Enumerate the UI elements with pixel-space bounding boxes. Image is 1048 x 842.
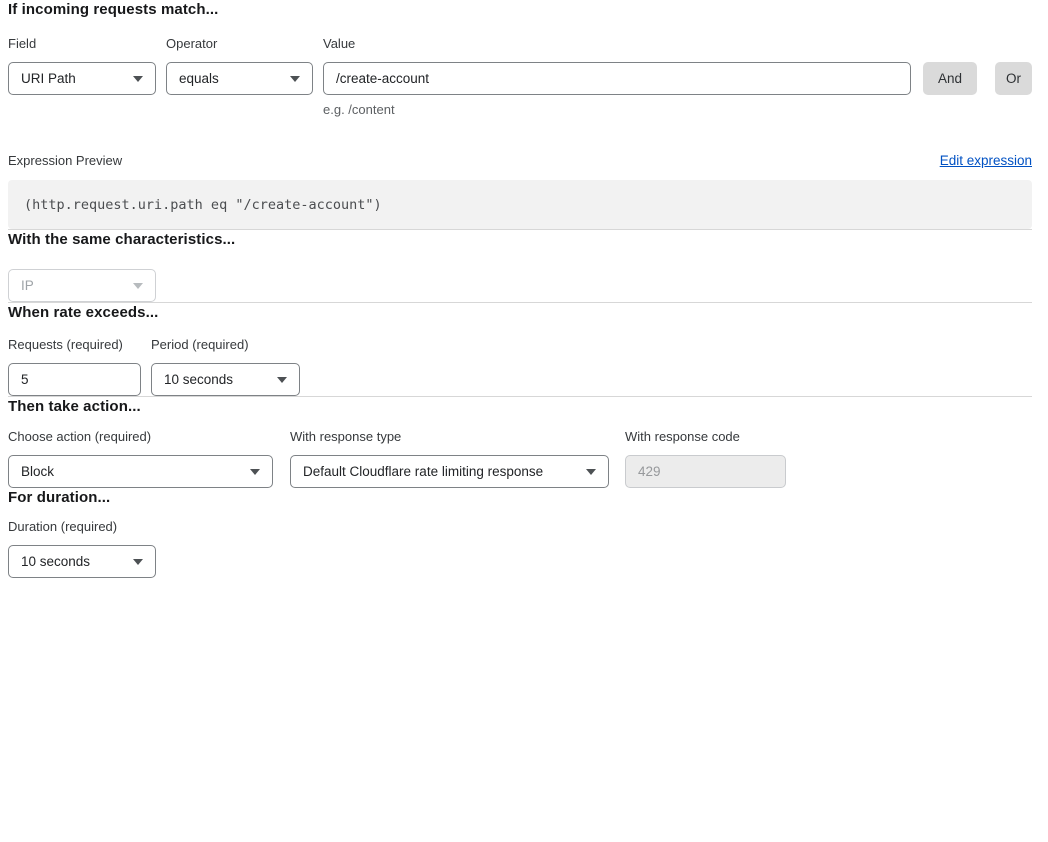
response-type-select[interactable]: Default Cloudflare rate limiting respons… bbox=[290, 455, 609, 488]
section-duration: For duration... Duration (required) 10 s… bbox=[8, 488, 1032, 578]
operator-select[interactable]: equals bbox=[166, 62, 313, 95]
choose-action-select[interactable]: Block bbox=[8, 455, 273, 488]
requests-label: Requests (required) bbox=[8, 338, 141, 352]
section-action: Then take action... Choose action (requi… bbox=[8, 397, 1032, 488]
expression-code: (http.request.uri.path eq "/create-accou… bbox=[24, 197, 382, 213]
characteristic-select: IP bbox=[8, 269, 156, 302]
chevron-down-icon bbox=[133, 76, 143, 82]
value-helper-text: e.g. /content bbox=[323, 102, 911, 117]
requests-input[interactable] bbox=[8, 363, 141, 396]
field-select-value: URI Path bbox=[21, 71, 125, 86]
field-select[interactable]: URI Path bbox=[8, 62, 156, 95]
characteristic-select-value: IP bbox=[21, 278, 125, 293]
action-fields-row: Choose action (required) Block With resp… bbox=[8, 430, 1032, 488]
period-select-value: 10 seconds bbox=[164, 372, 269, 387]
match-section-heading: If incoming requests match... bbox=[8, 0, 1032, 19]
chevron-down-icon bbox=[133, 283, 143, 289]
section-rate: When rate exceeds... Requests (required)… bbox=[8, 303, 1032, 396]
period-label: Period (required) bbox=[151, 338, 300, 352]
response-type-label: With response type bbox=[290, 430, 609, 444]
response-type-select-value: Default Cloudflare rate limiting respons… bbox=[303, 464, 578, 479]
chevron-down-icon bbox=[133, 559, 143, 565]
period-select[interactable]: 10 seconds bbox=[151, 363, 300, 396]
duration-section-heading: For duration... bbox=[8, 488, 1032, 507]
action-section-heading: Then take action... bbox=[8, 397, 1032, 416]
edit-expression-link[interactable]: Edit expression bbox=[940, 153, 1032, 168]
value-label: Value bbox=[323, 37, 911, 51]
duration-select-value: 10 seconds bbox=[21, 554, 125, 569]
duration-label: Duration (required) bbox=[8, 520, 156, 534]
rate-section-heading: When rate exceeds... bbox=[8, 303, 1032, 322]
or-button[interactable]: Or bbox=[995, 62, 1032, 95]
rate-fields-row: Requests (required) Period (required) 10… bbox=[8, 338, 1032, 396]
section-match: If incoming requests match... Field URI … bbox=[8, 0, 1032, 229]
chevron-down-icon bbox=[250, 469, 260, 475]
choose-action-select-value: Block bbox=[21, 464, 242, 479]
expression-preview-label: Expression Preview bbox=[8, 153, 122, 168]
chevron-down-icon bbox=[277, 377, 287, 383]
characteristics-section-heading: With the same characteristics... bbox=[8, 230, 1032, 249]
operator-label: Operator bbox=[166, 37, 313, 51]
response-code-input bbox=[625, 455, 786, 488]
expression-preview-header: Expression Preview Edit expression bbox=[8, 153, 1032, 168]
chevron-down-icon bbox=[586, 469, 596, 475]
value-input[interactable] bbox=[323, 62, 911, 95]
operator-select-value: equals bbox=[179, 71, 282, 86]
section-characteristics: With the same characteristics... IP bbox=[8, 230, 1032, 302]
response-code-label: With response code bbox=[625, 430, 786, 444]
match-fields-row: Field URI Path Operator equals Value e.g… bbox=[8, 37, 1032, 117]
field-label: Field bbox=[8, 37, 156, 51]
expression-preview-code-block: (http.request.uri.path eq "/create-accou… bbox=[8, 180, 1032, 229]
chevron-down-icon bbox=[290, 76, 300, 82]
and-button[interactable]: And bbox=[923, 62, 977, 95]
duration-select[interactable]: 10 seconds bbox=[8, 545, 156, 578]
choose-action-label: Choose action (required) bbox=[8, 430, 273, 444]
rate-limit-rule-form: If incoming requests match... Field URI … bbox=[8, 0, 1032, 578]
